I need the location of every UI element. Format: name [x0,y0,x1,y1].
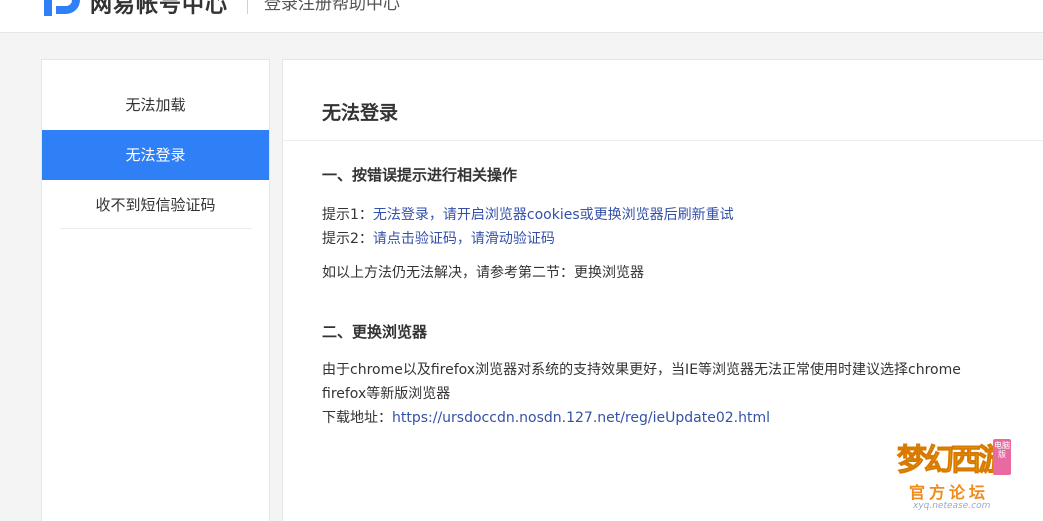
sidebar-item-cannot-load[interactable]: 无法加载 [42,80,269,130]
watermark-title: 梦幻西游 [897,443,1009,479]
title-divider [283,140,1043,141]
fallback-note: 如以上方法仍无法解决，请参考第二节：更换浏览器 [322,265,644,281]
hint-2-text: 请点击验证码，请滑动验证码 [372,231,555,247]
hint-2: 提示2：请点击验证码，请滑动验证码 [322,228,555,248]
hint-2-label: 提示2： [322,231,373,247]
forum-watermark: 梦幻西游 电脑版 官方论坛 xyq.netease.com [895,435,1017,515]
header-subtitle: 登录注册帮助中心 [264,0,400,14]
hint-1-label: 提示1： [322,207,373,223]
sidebar-nav: 无法加载 无法登录 收不到短信验证码 [41,59,270,521]
browser-paragraph-line-1: 由于chrome以及firefox浏览器对系统的支持效果更好，当IE等浏览器无法… [322,362,961,378]
download-link[interactable]: https://ursdoccdn.nosdn.127.net/reg/ieUp… [392,410,770,426]
top-header: 网易帐号中心 登录注册帮助中心 [0,0,1043,33]
section-heading-error-hints: 一、按错误提示进行相关操作 [322,166,518,184]
page-title: 无法登录 [322,102,399,124]
section-heading-change-browser: 二、更换浏览器 [322,323,428,341]
hint-1-text: 无法登录，请开启浏览器cookies或更换浏览器后刷新重试 [372,207,734,223]
download-line: 下载地址：https://ursdoccdn.nosdn.127.net/reg… [322,407,770,427]
browser-paragraph-line-2: firefox等新版浏览器 [322,386,451,402]
netease-logo-icon[interactable] [44,0,80,16]
sidebar-item-cannot-login[interactable]: 无法登录 [42,130,269,180]
header-divider [247,0,248,14]
watermark-url: xyq.netease.com [913,501,991,511]
watermark-subtitle: 官方论坛 [909,483,990,502]
sidebar-item-no-sms-code[interactable]: 收不到短信验证码 [42,180,269,230]
sidebar-divider [60,228,252,229]
watermark-badge: 电脑版 [993,439,1011,475]
hint-1: 提示1：无法登录，请开启浏览器cookies或更换浏览器后刷新重试 [322,204,734,224]
brand-name[interactable]: 网易帐号中心 [90,0,228,19]
download-label: 下载地址： [322,410,392,426]
